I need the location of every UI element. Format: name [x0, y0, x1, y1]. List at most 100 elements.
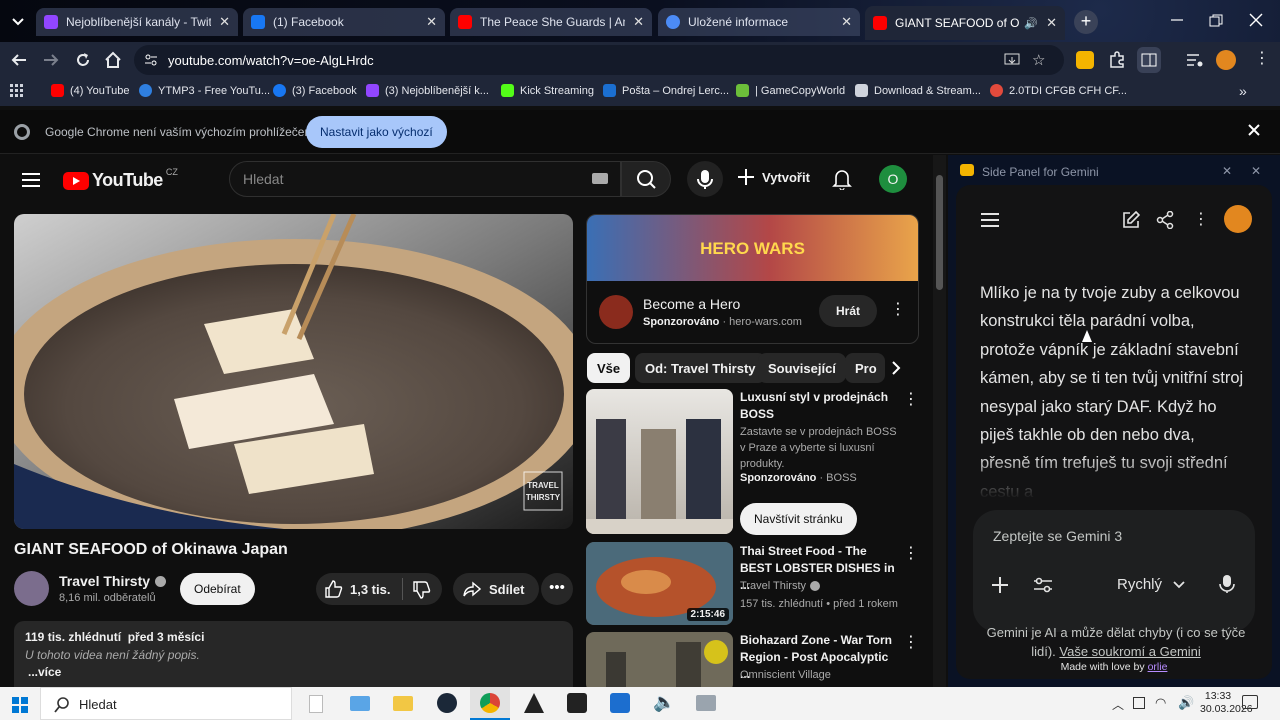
chip-all[interactable]: Vše	[587, 353, 631, 383]
tools-icon[interactable]	[1033, 576, 1053, 594]
gemini-prompt-box[interactable]: Zeptejte se Gemini 3 Rychlý	[973, 510, 1255, 632]
rec-thumbnail-biohazard[interactable]	[586, 632, 733, 687]
chip-for-you[interactable]: Pro	[845, 353, 885, 383]
gemini-account-avatar[interactable]	[1224, 205, 1252, 233]
forward-icon[interactable]	[42, 51, 60, 69]
voice-search-button[interactable]	[687, 161, 723, 197]
rec-thumbnail-lobster[interactable]: 2:15:46	[586, 542, 733, 625]
reload-icon[interactable]	[74, 51, 92, 69]
app-icon[interactable]	[696, 695, 716, 711]
media-controls-icon[interactable]	[1186, 52, 1204, 68]
audio-playing-icon[interactable]: 🔊	[1024, 17, 1038, 30]
extensions-puzzle-icon[interactable]	[1108, 51, 1126, 69]
tab-ambient[interactable]: The Peace She Guards | Ambient ✕	[450, 8, 652, 36]
bookmark-tdi[interactable]: 2.0TDI CFGB CFH CF...	[990, 84, 1127, 97]
side-panel-toggle-icon[interactable]	[1137, 47, 1161, 73]
boss-ad-menu-icon[interactable]: ⋮	[903, 389, 919, 409]
network-icon[interactable]: ◠	[1155, 695, 1166, 711]
description-box[interactable]: 119 tis. zhlédnutí před 3 měsíci U tohot…	[14, 621, 573, 687]
notifications-bell-icon[interactable]	[832, 168, 852, 190]
tab-giant-seafood[interactable]: GIANT SEAFOOD of Okinawa 🔊 ✕	[865, 6, 1065, 40]
file-icon[interactable]	[309, 695, 323, 713]
add-attachment-icon[interactable]	[991, 576, 1009, 594]
bookmark-facebook[interactable]: (3) Facebook	[273, 84, 357, 97]
clock[interactable]: 13:33 30.03.2026	[1200, 690, 1253, 716]
page-scrollbar[interactable]	[933, 155, 946, 687]
bookmark-download-stream[interactable]: Download & Stream...	[855, 84, 981, 97]
unpin-icon[interactable]: ✕	[1222, 164, 1232, 178]
chips-next-icon[interactable]	[888, 360, 904, 376]
channel-name[interactable]: Travel Thirsty	[59, 573, 167, 589]
taskbar-search-box[interactable]: Hledat	[40, 687, 292, 720]
account-avatar[interactable]: O	[879, 165, 907, 193]
chrome-taskbar-button[interactable]	[470, 687, 510, 720]
channel-avatar[interactable]	[14, 571, 49, 606]
app-icon[interactable]	[610, 693, 630, 713]
close-window-icon[interactable]	[1249, 13, 1263, 27]
new-chat-icon[interactable]	[1122, 211, 1140, 229]
tab-twitch[interactable]: Nejoblíbenější kanály - Twitch ✕	[36, 8, 238, 36]
privacy-link[interactable]: Vaše soukromí a Gemini	[1059, 644, 1200, 659]
address-bar[interactable]: youtube.com/watch?v=oe-AlgLHrdc ☆	[134, 45, 1064, 75]
visit-site-button[interactable]: Navštívit stránku	[740, 503, 857, 535]
close-panel-icon[interactable]: ✕	[1251, 164, 1261, 178]
steam-icon[interactable]	[437, 693, 457, 713]
rec-menu-icon[interactable]: ⋮	[903, 632, 919, 652]
close-infobar-icon[interactable]	[1247, 123, 1261, 137]
bookmark-star-icon[interactable]: ☆	[1032, 51, 1045, 69]
install-app-icon[interactable]	[1004, 52, 1020, 68]
subscribe-button[interactable]: Odebírat	[180, 573, 255, 605]
windows-start-icon[interactable]	[12, 697, 28, 713]
notification-center-icon[interactable]	[1242, 695, 1258, 709]
chrome-menu-icon[interactable]: ⋮	[1254, 48, 1270, 68]
app-icon[interactable]	[567, 693, 587, 713]
tab-facebook[interactable]: (1) Facebook ✕	[243, 8, 445, 36]
hamburger-menu-icon[interactable]	[22, 172, 40, 188]
mail-app-icon[interactable]	[350, 696, 370, 711]
tray-expand-icon[interactable]: ︿	[1112, 696, 1124, 713]
youtube-logo[interactable]: YouTube CZ	[63, 167, 178, 191]
extension-icon[interactable]	[1076, 51, 1094, 69]
site-settings-icon[interactable]	[144, 53, 158, 67]
keyboard-icon[interactable]	[592, 173, 608, 184]
play-game-button[interactable]: Hrát	[819, 295, 877, 327]
model-mode-selector[interactable]: Rychlý	[1117, 576, 1186, 593]
back-icon[interactable]	[10, 51, 28, 69]
profile-avatar[interactable]	[1216, 50, 1236, 70]
create-button[interactable]: Vytvořit	[736, 167, 810, 187]
close-tab-icon[interactable]: ✕	[633, 14, 644, 30]
scrollbar-thumb[interactable]	[936, 175, 943, 290]
url-text[interactable]: youtube.com/watch?v=oe-AlgLHrdc	[168, 53, 374, 68]
restore-icon[interactable]	[1209, 14, 1223, 28]
close-tab-icon[interactable]: ✕	[426, 14, 437, 30]
tray-app-icon[interactable]	[1133, 697, 1145, 709]
microphone-icon[interactable]	[1219, 574, 1235, 594]
more-actions-icon[interactable]: •••	[541, 573, 573, 605]
boss-ad-thumbnail[interactable]	[586, 389, 733, 534]
file-explorer-icon[interactable]	[393, 696, 413, 711]
tab-search-chevron-icon[interactable]	[8, 11, 28, 31]
hero-wars-ad[interactable]: HERO WARS Become a Hero Sponzorováno · h…	[586, 214, 919, 344]
share-icon[interactable]	[1156, 211, 1174, 229]
set-default-button[interactable]: Nastavit jako výchozí	[306, 116, 447, 148]
show-more-link[interactable]: ...více	[28, 665, 61, 679]
apps-grid-icon[interactable]	[10, 84, 24, 98]
minimize-icon[interactable]	[1170, 12, 1184, 26]
dislike-button[interactable]	[412, 580, 432, 600]
chip-from-channel[interactable]: Od: Travel Thirsty	[635, 353, 766, 383]
bookmark-kick[interactable]: Kick Streaming	[501, 84, 594, 97]
more-bookmarks-icon[interactable]: »	[1239, 83, 1247, 99]
bookmark-youtube[interactable]: (4) YouTube	[51, 84, 130, 97]
bookmark-gamecopyworld[interactable]: | GameCopyWorld	[736, 84, 845, 97]
bookmark-twitch[interactable]: (3) Nejoblíbenější k...	[366, 84, 489, 97]
share-button[interactable]: Sdílet	[453, 573, 539, 605]
boss-ad-title[interactable]: Luxusní styl v prodejnách BOSS	[740, 389, 900, 423]
game-launcher-icon[interactable]	[524, 693, 544, 713]
search-input[interactable]: Hledat	[229, 161, 621, 197]
close-tab-icon[interactable]: ✕	[1046, 15, 1057, 31]
bookmark-posta[interactable]: Pošta – Ondrej Lerc...	[603, 84, 729, 97]
chip-related[interactable]: Související	[758, 353, 846, 383]
bookmark-ytmp3[interactable]: YTMP3 - Free YouTu...	[139, 84, 270, 97]
speaker-app-icon[interactable]: 🔈	[653, 692, 675, 713]
new-tab-button[interactable]: +	[1074, 10, 1098, 34]
